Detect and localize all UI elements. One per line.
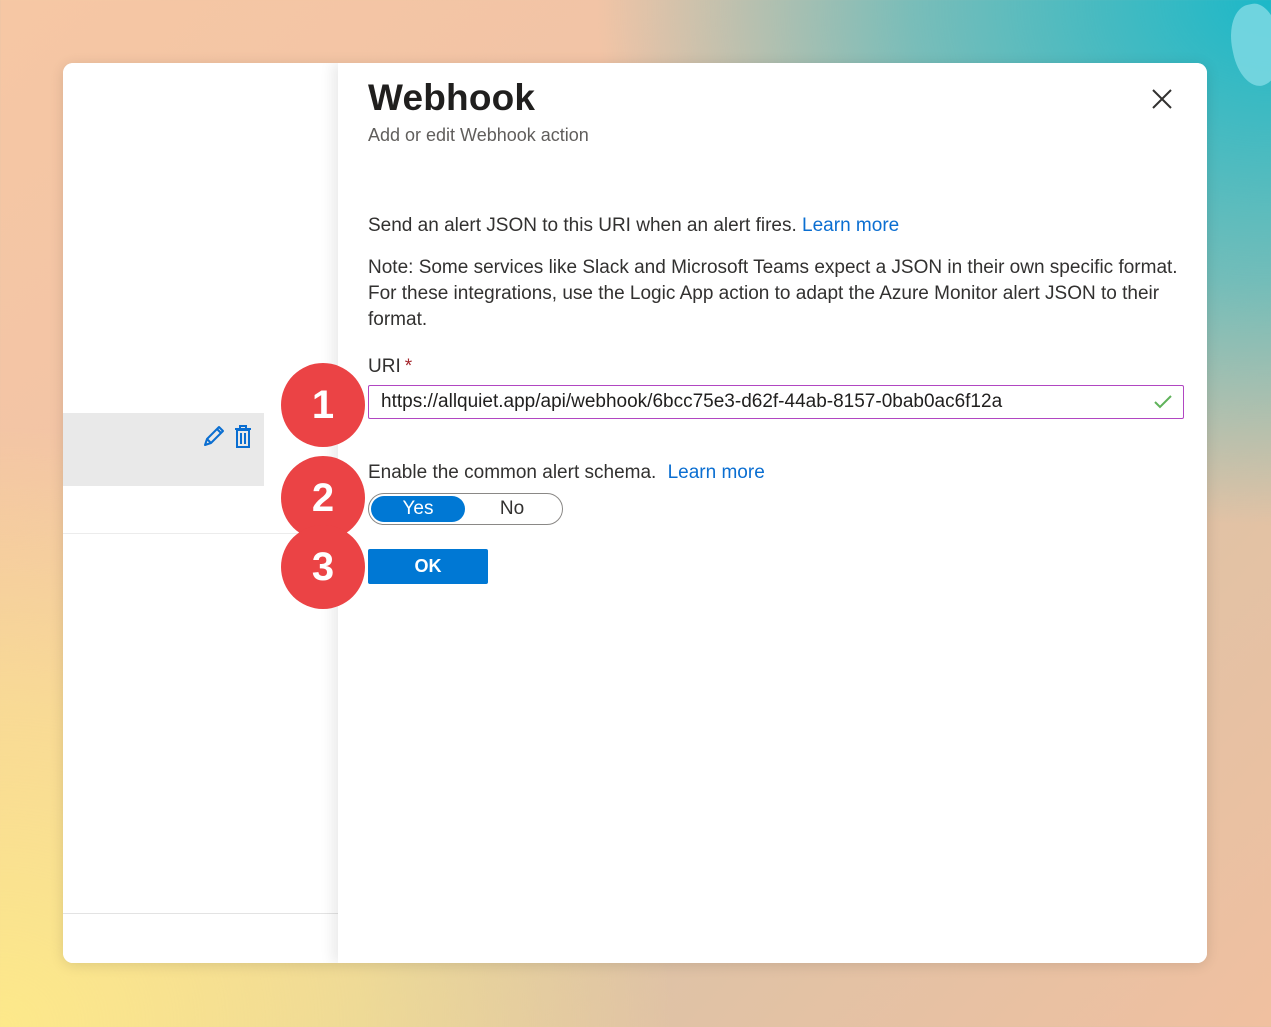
checkmark-icon bbox=[1154, 395, 1172, 409]
app-window: Webhook Add or edit Webhook action Send … bbox=[63, 63, 1207, 963]
toggle-no[interactable]: No bbox=[465, 496, 559, 522]
toggle-yes[interactable]: Yes bbox=[371, 496, 465, 522]
uri-label-text: URI bbox=[368, 356, 401, 377]
schema-learn-more-link[interactable]: Learn more bbox=[668, 462, 765, 483]
learn-more-link[interactable]: Learn more bbox=[802, 215, 899, 236]
webhook-panel: Webhook Add or edit Webhook action Send … bbox=[338, 63, 1207, 963]
schema-label-text: Enable the common alert schema. bbox=[368, 462, 657, 483]
integration-note: Note: Some services like Slack and Micro… bbox=[368, 257, 1178, 330]
uri-field[interactable] bbox=[368, 385, 1184, 419]
panel-title: Webhook bbox=[368, 77, 536, 118]
trash-icon[interactable] bbox=[232, 423, 254, 451]
description-text: Send an alert JSON to this URI when an a… bbox=[368, 215, 797, 236]
panel-subtitle: Add or edit Webhook action bbox=[368, 125, 589, 145]
background-blob bbox=[1224, 0, 1271, 91]
step-badge-3: 3 bbox=[281, 525, 365, 609]
step-badge-1: 1 bbox=[281, 363, 365, 447]
pencil-icon[interactable] bbox=[200, 423, 226, 451]
schema-toggle: Yes No bbox=[368, 493, 563, 525]
uri-input[interactable] bbox=[381, 391, 1153, 413]
footer-divider bbox=[63, 913, 338, 914]
uri-label: URI * bbox=[368, 356, 412, 378]
required-marker: * bbox=[404, 356, 413, 377]
close-button[interactable] bbox=[1148, 85, 1176, 113]
schema-label: Enable the common alert schema. Learn mo… bbox=[368, 462, 765, 484]
description: Send an alert JSON to this URI when an a… bbox=[368, 215, 899, 237]
close-icon bbox=[1152, 89, 1172, 109]
ok-button[interactable]: OK bbox=[368, 549, 488, 584]
row-actions bbox=[200, 423, 254, 451]
